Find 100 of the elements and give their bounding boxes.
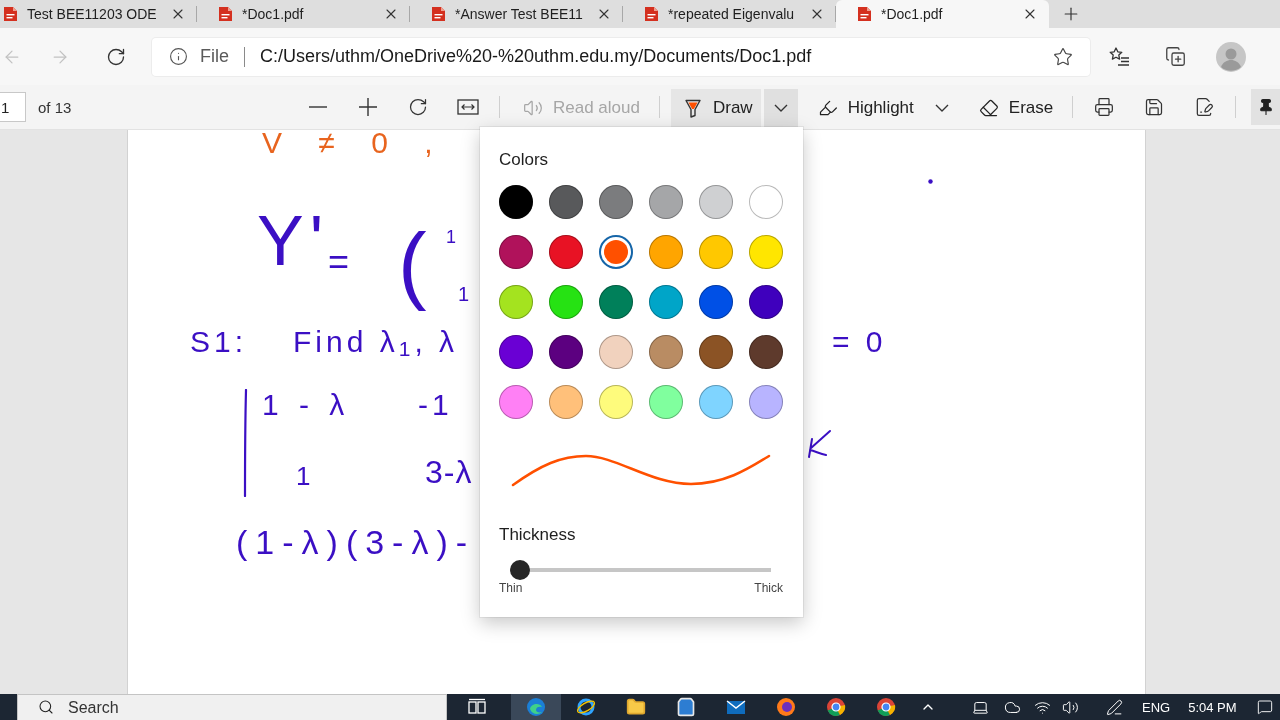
handwritten-text: = 0 (832, 324, 887, 360)
slider-max-label: Thick (754, 580, 783, 596)
browser-icon (576, 697, 596, 717)
search-icon (38, 699, 54, 715)
color-swatch-icon[interactable] (699, 235, 733, 269)
task-view-icon (467, 698, 487, 716)
browser-icon (876, 697, 896, 717)
menu-heading: Colors (499, 150, 549, 170)
color-swatch-icon[interactable] (649, 385, 683, 419)
tool-button[interactable]: Highlight (805, 88, 922, 130)
dropdown-button[interactable] (763, 88, 798, 130)
color-swatch-icon[interactable] (699, 285, 733, 319)
eraser-icon (978, 97, 999, 118)
tool-button[interactable]: Draw (670, 88, 761, 130)
speech-bubble-icon (1256, 699, 1273, 715)
color-swatch-icon[interactable] (599, 285, 633, 319)
browser-icon (776, 697, 796, 717)
page-number-field[interactable]: 1 (0, 92, 26, 122)
width-arrows-icon (457, 99, 479, 115)
handwritten-text: 1 - λ (262, 387, 351, 423)
color-swatch-icon[interactable] (549, 235, 583, 269)
save-icon (1144, 97, 1165, 117)
handwritten-text: = (328, 240, 350, 284)
document-icon (218, 6, 233, 22)
chevron-down-icon (934, 103, 949, 112)
url-text: C:/Users/uthm/OneDrive%20-%20uthm.edu.my/Documents/Doc1.pdf (260, 46, 813, 67)
rotate-icon (408, 97, 428, 117)
slider-thumb[interactable] (510, 560, 530, 580)
color-swatch-icon[interactable] (499, 185, 533, 219)
color-swatch-icon[interactable] (699, 185, 733, 219)
star-list-icon (1108, 45, 1130, 68)
page-count: of 13 (38, 98, 72, 116)
color-swatch-icon[interactable] (649, 335, 683, 369)
color-swatch-icon[interactable] (749, 285, 783, 319)
browser-tab[interactable]: *Doc1.pdf (836, 0, 1049, 28)
browser-tab[interactable]: Test BEE11203 ODE (0, 0, 197, 28)
handwritten-text: 1 (446, 227, 456, 249)
pen-document-icon (1194, 97, 1215, 117)
color-swatch-icon[interactable] (649, 235, 683, 269)
browser-tab[interactable]: *repeated Eigenvalu (623, 0, 836, 28)
minus-icon (309, 106, 327, 108)
color-swatch-icon[interactable] (599, 185, 633, 219)
color-swatch-icon[interactable] (749, 385, 783, 419)
chevron-down-icon (773, 103, 788, 112)
speaker-icon (1061, 698, 1079, 716)
handwritten-text: V ≠ 0 , (262, 130, 447, 161)
avatar-icon[interactable] (1216, 41, 1246, 72)
shopping-bag-icon (676, 697, 696, 717)
printer-icon (1094, 97, 1115, 117)
color-swatch-icon[interactable] (499, 235, 533, 269)
browser-tab[interactable]: *Doc1.pdf (197, 0, 410, 28)
color-swatch-icon[interactable] (499, 335, 533, 369)
browser-tab[interactable]: *Answer Test BEE11 (410, 0, 623, 28)
color-swatch-icon[interactable] (549, 285, 583, 319)
envelope-icon (726, 697, 746, 717)
document-icon (3, 6, 18, 22)
pen-icon (1105, 698, 1123, 716)
color-swatch-icon[interactable] (549, 185, 583, 219)
document-icon (857, 6, 872, 22)
ink-line-icon (243, 389, 248, 497)
scheme-label: File (200, 46, 229, 67)
color-swatch-icon[interactable] (599, 385, 633, 419)
color-swatch-icon[interactable] (649, 185, 683, 219)
browser-icon (526, 697, 546, 717)
folder-icon (626, 697, 646, 717)
square-plus-icon (1164, 46, 1186, 67)
ink-dot-icon (928, 179, 933, 184)
star-icon (1053, 46, 1073, 67)
color-swatch-icon[interactable] (499, 285, 533, 319)
color-swatch-icon[interactable] (699, 385, 733, 419)
info-icon (169, 47, 188, 66)
refresh-icon (106, 46, 126, 67)
handwritten-text: Find λ$_{1}$, λ (293, 324, 459, 360)
handwritten-text: -1 (418, 387, 453, 423)
document-icon (644, 6, 659, 22)
color-swatch-icon[interactable] (549, 385, 583, 419)
language-indicator[interactable]: ENG (1142, 699, 1171, 715)
document-icon (431, 6, 446, 22)
color-swatch-icon[interactable] (649, 285, 683, 319)
color-swatch-icon[interactable] (699, 335, 733, 369)
slider-min-label: Thin (499, 580, 523, 596)
handwritten-text: Y' (257, 201, 330, 282)
pin-button[interactable] (1251, 89, 1280, 125)
handwritten-text: ( (398, 214, 427, 314)
address-field[interactable]: File C:/Users/uthm/OneDrive%20-%20uthm.edu.my/Documents/Doc1.pdf (152, 37, 1090, 76)
search-field[interactable]: Search (17, 694, 447, 720)
color-swatch-icon[interactable] (749, 335, 783, 369)
tool-button[interactable]: Erase (966, 88, 1062, 130)
color-swatch-icon[interactable] (749, 185, 783, 219)
clock-time[interactable]: 5:04 PM (1188, 699, 1237, 715)
handwritten-text: S1: (190, 324, 248, 360)
color-swatch-icon[interactable] (749, 235, 783, 269)
browser-icon (826, 697, 846, 717)
color-swatch-icon[interactable] (599, 235, 633, 269)
color-swatch-icon[interactable] (599, 335, 633, 369)
pen-nib-icon (682, 97, 703, 118)
plus-icon (359, 98, 377, 116)
handwritten-text: 3-λ (425, 452, 473, 492)
color-swatch-icon[interactable] (549, 335, 583, 369)
color-swatch-icon[interactable] (499, 385, 533, 419)
